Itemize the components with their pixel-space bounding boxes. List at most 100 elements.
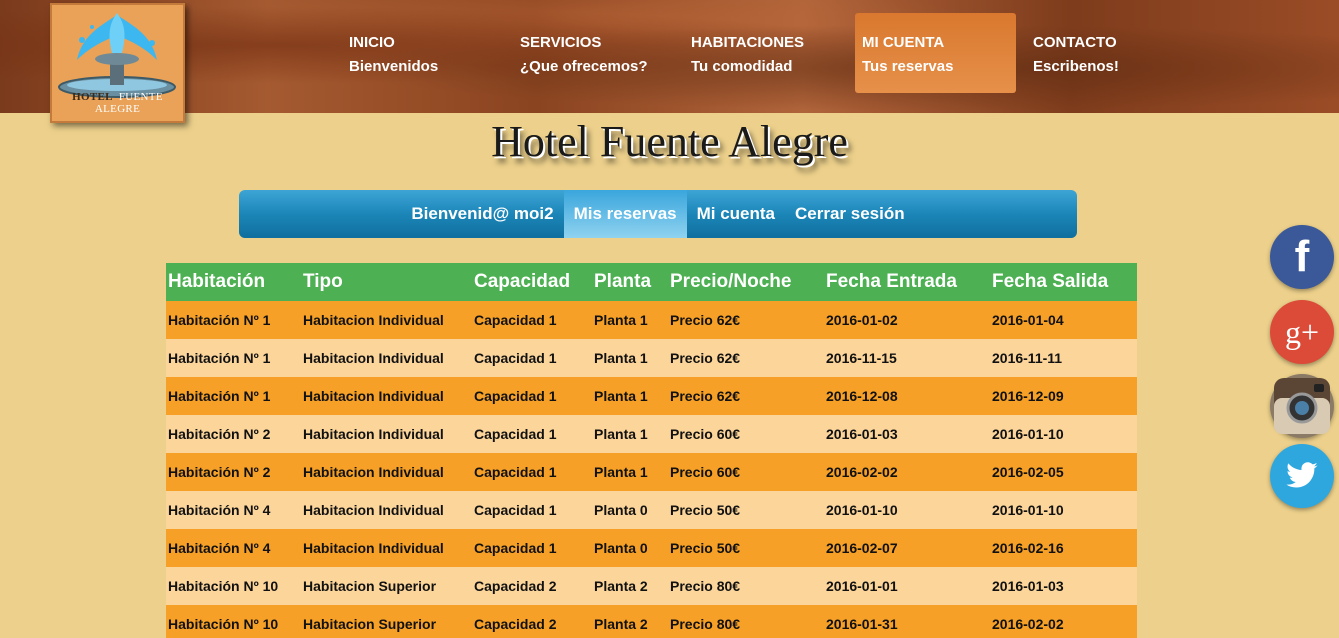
table-row: Habitación Nº 1 Habitacion Individual Capa… [166, 377, 1137, 415]
table-row: Habitación Nº 1 Habitacion Individual Capa… [166, 339, 1137, 377]
nav-contacto[interactable]: CONTACTO Escribenos! [1026, 13, 1186, 93]
twitter-icon [1286, 462, 1318, 488]
table-header-row: Habitación Tipo Capacidad Planta Precio/… [166, 263, 1137, 301]
table-cell: 2016-01-03 [990, 567, 1137, 605]
table-cell: Precio 60€ [668, 415, 824, 453]
table-row: Habitación Nº 2 Habitacion Individual Capa… [166, 453, 1137, 491]
table-cell: Habitación Nº 4 [166, 529, 301, 567]
nav-title: MI CUENTA [862, 34, 945, 51]
site-header: HOTEL FUENTE ALEGRE INICIO Bienvenidos S… [0, 0, 1339, 123]
table-cell: Capacidad 2 [472, 567, 592, 605]
table-cell: Habitacion Individual [301, 491, 472, 529]
instagram-button[interactable] [1270, 374, 1334, 438]
logout-link[interactable]: Cerrar sesión [785, 190, 915, 238]
table-cell: Capacidad 1 [472, 415, 592, 453]
facebook-button[interactable]: f [1270, 225, 1334, 289]
col-header: Tipo [301, 263, 472, 301]
col-header: Habitación [166, 263, 301, 301]
table-cell: Capacidad 1 [472, 339, 592, 377]
table-cell: Capacidad 1 [472, 491, 592, 529]
col-header: Planta [592, 263, 668, 301]
table-cell: Precio 62€ [668, 339, 824, 377]
tab-mi-cuenta[interactable]: Mi cuenta [687, 190, 785, 238]
hotel-logo[interactable]: HOTEL FUENTE ALEGRE [50, 3, 185, 123]
table-cell: 2016-01-10 [824, 491, 990, 529]
col-header: Precio/Noche [668, 263, 824, 301]
table-cell: 2016-01-31 [824, 605, 990, 638]
table-cell: Planta 2 [592, 567, 668, 605]
google-plus-icon: g+ [1284, 313, 1320, 350]
table-cell: 2016-01-03 [824, 415, 990, 453]
table-cell: 2016-12-09 [990, 377, 1137, 415]
table-cell: 2016-02-02 [824, 453, 990, 491]
table-cell: 2016-11-15 [824, 339, 990, 377]
table-cell: Habitación Nº 2 [166, 415, 301, 453]
table-cell: 2016-02-16 [990, 529, 1137, 567]
facebook-icon: f [1294, 232, 1310, 281]
reservations-table-wrapper: Habitación Tipo Capacidad Planta Precio/… [166, 263, 1137, 638]
table-cell: Planta 1 [592, 301, 668, 339]
table-cell: Planta 1 [592, 377, 668, 415]
page-title: Hotel Fuente Alegre [491, 117, 848, 166]
table-cell: Planta 1 [592, 339, 668, 377]
nav-habitaciones[interactable]: HABITACIONES Tu comodidad [684, 13, 844, 93]
table-cell: Precio 50€ [668, 529, 824, 567]
table-cell: Precio 60€ [668, 453, 824, 491]
table-cell: Capacidad 1 [472, 453, 592, 491]
google-plus-button[interactable]: g+ [1270, 300, 1334, 364]
table-cell: Precio 50€ [668, 491, 824, 529]
table-cell: 2016-01-10 [990, 415, 1137, 453]
table-cell: Habitacion Individual [301, 339, 472, 377]
nav-title: INICIO [349, 34, 395, 51]
table-cell: Planta 1 [592, 415, 668, 453]
nav-title: CONTACTO [1033, 34, 1117, 51]
instagram-icon [1274, 378, 1330, 434]
table-cell: Habitacion Individual [301, 453, 472, 491]
col-header: Capacidad [472, 263, 592, 301]
table-cell: Habitación Nº 2 [166, 453, 301, 491]
welcome-label: Bienvenid@ moi2 [411, 204, 554, 223]
table-cell: Habitacion Superior [301, 605, 472, 638]
table-cell: 2016-01-04 [990, 301, 1137, 339]
table-cell: Habitacion Superior [301, 567, 472, 605]
table-cell: Precio 62€ [668, 377, 824, 415]
nav-subtitle: Escribenos! [1033, 58, 1119, 75]
nav-subtitle: Bienvenidos [349, 58, 439, 75]
reservations-table: Habitación Tipo Capacidad Planta Precio/… [166, 263, 1137, 638]
table-row: Habitación Nº 10 Habitacion Superior Capac… [166, 567, 1137, 605]
table-cell: Precio 62€ [668, 301, 824, 339]
table-cell: Habitación Nº 1 [166, 377, 301, 415]
nav-mi-cuenta[interactable]: MI CUENTA Tus reservas [855, 13, 1016, 93]
table-cell: Planta 0 [592, 491, 668, 529]
table-cell: Habitacion Individual [301, 301, 472, 339]
nav-inicio[interactable]: INICIO Bienvenidos [342, 13, 502, 93]
table-cell: 2016-02-07 [824, 529, 990, 567]
table-cell: Capacidad 1 [472, 377, 592, 415]
table-cell: Capacidad 2 [472, 605, 592, 638]
table-cell: 2016-01-10 [990, 491, 1137, 529]
table-cell: Habitacion Individual [301, 377, 472, 415]
table-cell: Planta 0 [592, 529, 668, 567]
table-cell: 2016-02-05 [990, 453, 1137, 491]
nav-subtitle: Tus reservas [862, 58, 954, 75]
table-row: Habitación Nº 10 Habitacion Superior Capac… [166, 605, 1137, 638]
table-cell: Habitación Nº 10 [166, 605, 301, 638]
col-header: Fecha Entrada [824, 263, 990, 301]
table-cell: Habitación Nº 1 [166, 339, 301, 377]
table-cell: Habitacion Individual [301, 415, 472, 453]
nav-servicios[interactable]: SERVICIOS ¿Que ofrecemos? [513, 13, 673, 93]
nav-subtitle: ¿Que ofrecemos? [520, 58, 648, 75]
table-cell: 2016-12-08 [824, 377, 990, 415]
table-cell: Precio 80€ [668, 605, 824, 638]
fountain-icon [58, 13, 176, 98]
col-header: Fecha Salida [990, 263, 1137, 301]
nav-subtitle: Tu comodidad [691, 58, 793, 75]
table-row: Habitación Nº 1 Habitacion Individual Capa… [166, 301, 1137, 339]
table-cell: Planta 1 [592, 453, 668, 491]
twitter-button[interactable] [1270, 444, 1334, 508]
tab-mis-reservas[interactable]: Mis reservas [563, 190, 687, 238]
nav-title: SERVICIOS [520, 34, 602, 51]
table-cell: 2016-02-02 [990, 605, 1137, 638]
table-row: Habitación Nº 4 Habitacion Individual Capa… [166, 491, 1137, 529]
table-row: Habitación Nº 4 Habitacion Individual Capa… [166, 529, 1137, 567]
